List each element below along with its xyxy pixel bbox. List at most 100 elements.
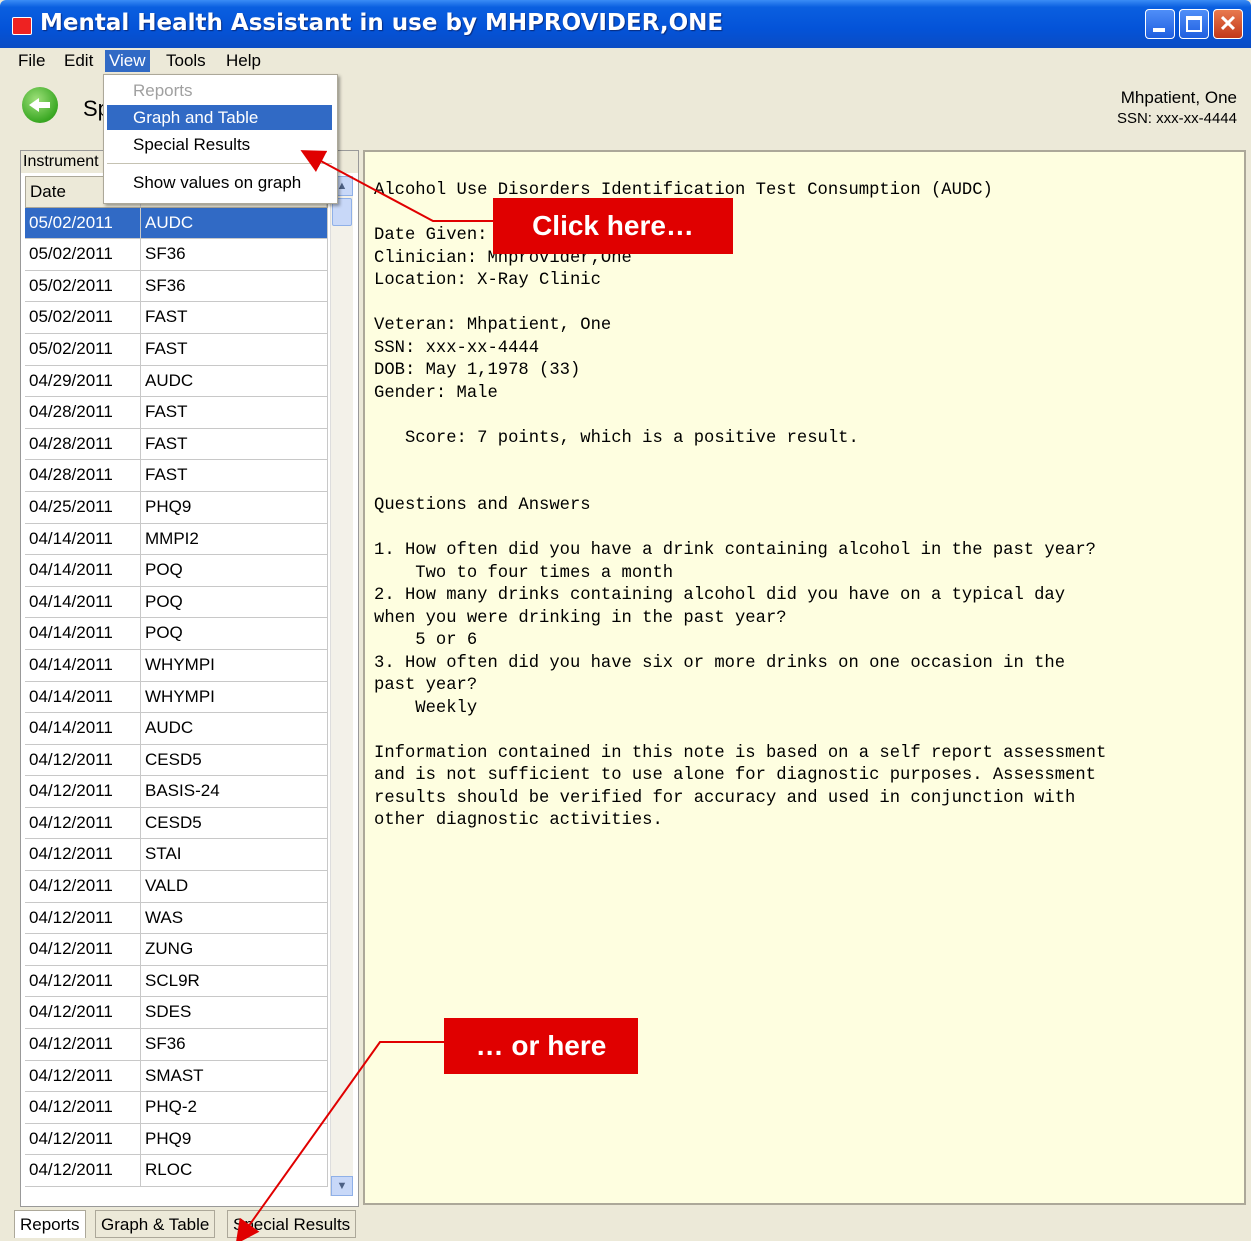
scroll-down-icon[interactable]: ▼ bbox=[331, 1176, 353, 1196]
table-row[interactable]: 04/14/2011 WHYMPI bbox=[25, 681, 328, 714]
menu-tools[interactable]: Tools bbox=[162, 50, 210, 72]
row-instrument: SF36 bbox=[141, 239, 328, 270]
row-date: 04/12/2011 bbox=[25, 934, 141, 965]
callout-click-here: Click here… bbox=[493, 198, 733, 254]
table-row[interactable]: 04/12/2011 SMAST bbox=[25, 1060, 328, 1093]
menu-item-graph-table[interactable]: Graph and Table bbox=[107, 105, 332, 130]
row-instrument: POQ bbox=[141, 555, 328, 586]
menu-item-show-values[interactable]: Show values on graph bbox=[107, 170, 332, 195]
row-instrument: WAS bbox=[141, 902, 328, 934]
table-row[interactable]: 04/12/2011 CESD5 bbox=[25, 744, 328, 777]
row-instrument: RLOC bbox=[141, 1155, 328, 1186]
table-row[interactable]: 04/12/2011 SDES bbox=[25, 997, 328, 1030]
table-row[interactable]: 05/02/2011 SF36 bbox=[25, 270, 328, 303]
table-row[interactable]: 04/14/2011 MMPI2 bbox=[25, 523, 328, 556]
instrument-grid[interactable]: Date 05/02/2011 AUDC 05/02/2011 SF36 05/02/2… bbox=[25, 176, 328, 1201]
title-bar[interactable]: Mental Health Assistant in use by MHPROV… bbox=[0, 0, 1251, 48]
table-row[interactable]: 05/02/2011 FAST bbox=[25, 302, 328, 334]
table-row[interactable]: 04/28/2011 FAST bbox=[25, 428, 328, 461]
row-instrument: POQ bbox=[141, 586, 328, 618]
row-date: 04/12/2011 bbox=[25, 997, 141, 1029]
patient-ssn: SSN: xxx-xx-4444 bbox=[1116, 110, 1237, 127]
window-title: Mental Health Assistant in use by MHPROV… bbox=[40, 10, 724, 36]
table-row[interactable]: 04/12/2011 VALD bbox=[25, 871, 328, 903]
row-instrument: BASIS-24 bbox=[141, 776, 328, 807]
tab-graph-table[interactable]: Graph & Table bbox=[95, 1210, 216, 1238]
table-row[interactable]: 04/12/2011 BASIS-24 bbox=[25, 776, 328, 808]
row-instrument: SMAST bbox=[141, 1060, 328, 1092]
row-instrument: WHYMPI bbox=[141, 649, 328, 681]
close-button[interactable]: ✕ bbox=[1213, 9, 1243, 39]
menu-item-reports: Reports bbox=[133, 81, 193, 100]
table-row[interactable]: 04/12/2011 RLOC bbox=[25, 1155, 328, 1187]
menu-separator bbox=[107, 163, 332, 164]
table-row[interactable]: 04/12/2011 SCL9R bbox=[25, 965, 328, 998]
report-text: Alcohol Use Disorders Identification Tes… bbox=[374, 181, 1107, 830]
tab-special-results[interactable]: Special Results bbox=[227, 1210, 357, 1238]
view-dropdown-menu: Reports Graph and Table Special Results … bbox=[103, 74, 338, 204]
row-instrument: FAST bbox=[141, 333, 328, 365]
table-row[interactable]: 04/28/2011 FAST bbox=[25, 397, 328, 429]
table-row[interactable]: 04/12/2011 SF36 bbox=[25, 1029, 328, 1061]
table-row[interactable]: 05/02/2011 SF36 bbox=[25, 239, 328, 271]
menu-view-label: View bbox=[109, 51, 146, 70]
row-instrument: STAI bbox=[141, 839, 328, 871]
row-date: 04/12/2011 bbox=[25, 871, 141, 902]
table-row[interactable]: 04/14/2011 POQ bbox=[25, 555, 328, 587]
menu-file[interactable]: File bbox=[14, 50, 49, 72]
table-row[interactable]: 04/14/2011 AUDC bbox=[25, 713, 328, 745]
table-row[interactable]: 05/02/2011 AUDC bbox=[25, 207, 328, 240]
tab-reports[interactable]: Reports bbox=[14, 1210, 86, 1238]
row-date: 04/14/2011 bbox=[25, 586, 141, 618]
row-date: 04/12/2011 bbox=[25, 1123, 141, 1155]
row-instrument: SF36 bbox=[141, 1029, 328, 1060]
row-instrument: AUDC bbox=[141, 713, 328, 744]
back-arrow-icon[interactable] bbox=[22, 87, 58, 123]
table-row[interactable]: 04/12/2011 ZUNG bbox=[25, 934, 328, 966]
row-instrument: FAST bbox=[141, 302, 328, 333]
menu-edit[interactable]: Edit bbox=[60, 50, 97, 72]
row-date: 04/12/2011 bbox=[25, 744, 141, 776]
row-instrument: CESD5 bbox=[141, 744, 328, 776]
row-date: 04/12/2011 bbox=[25, 1155, 141, 1186]
table-row[interactable]: 04/28/2011 FAST bbox=[25, 460, 328, 492]
menu-item-special-results[interactable]: Special Results bbox=[107, 132, 332, 157]
row-instrument: PHQ9 bbox=[141, 491, 328, 523]
row-date: 04/12/2011 bbox=[25, 902, 141, 934]
table-row[interactable]: 04/25/2011 PHQ9 bbox=[25, 491, 328, 524]
row-date: 04/25/2011 bbox=[25, 491, 141, 523]
row-date: 05/02/2011 bbox=[25, 333, 141, 365]
row-date: 04/14/2011 bbox=[25, 618, 141, 649]
table-row[interactable]: 04/12/2011 PHQ9 bbox=[25, 1123, 328, 1156]
table-row[interactable]: 05/02/2011 FAST bbox=[25, 333, 328, 366]
row-instrument: WHYMPI bbox=[141, 681, 328, 713]
patient-name: Mhpatient, One bbox=[1120, 88, 1237, 107]
row-instrument: AUDC bbox=[141, 207, 328, 239]
menu-help[interactable]: Help bbox=[222, 50, 265, 72]
maximize-button[interactable] bbox=[1179, 9, 1209, 39]
row-date: 04/14/2011 bbox=[25, 681, 141, 713]
instrument-panel: Instrument Date 05/02/2011 AUDC 05/02/2011… bbox=[20, 150, 359, 1207]
row-date: 04/14/2011 bbox=[25, 649, 141, 681]
row-date: 04/14/2011 bbox=[25, 713, 141, 744]
menu-tools-label: Tools bbox=[166, 51, 206, 70]
row-date: 04/12/2011 bbox=[25, 839, 141, 871]
menu-view[interactable]: View bbox=[105, 50, 150, 72]
table-row[interactable]: 04/12/2011 PHQ-2 bbox=[25, 1092, 328, 1124]
table-row[interactable]: 04/12/2011 STAI bbox=[25, 839, 328, 872]
table-row[interactable]: 04/12/2011 CESD5 bbox=[25, 807, 328, 840]
row-instrument: FAST bbox=[141, 428, 328, 460]
table-row[interactable]: 04/29/2011 AUDC bbox=[25, 365, 328, 398]
row-date: 04/28/2011 bbox=[25, 460, 141, 491]
menu-bar: File Edit View Tools Help bbox=[0, 48, 1251, 74]
table-row[interactable]: 04/14/2011 POQ bbox=[25, 618, 328, 650]
table-row[interactable]: 04/14/2011 WHYMPI bbox=[25, 649, 328, 682]
app-icon[interactable] bbox=[12, 17, 32, 35]
row-instrument: FAST bbox=[141, 460, 328, 491]
grid-scrollbar[interactable]: ▲ ▼ bbox=[330, 176, 353, 1196]
table-row[interactable]: 04/12/2011 WAS bbox=[25, 902, 328, 935]
minimize-button[interactable] bbox=[1145, 9, 1175, 39]
table-row[interactable]: 04/14/2011 POQ bbox=[25, 586, 328, 619]
row-date: 04/12/2011 bbox=[25, 965, 141, 997]
row-instrument: SF36 bbox=[141, 270, 328, 302]
